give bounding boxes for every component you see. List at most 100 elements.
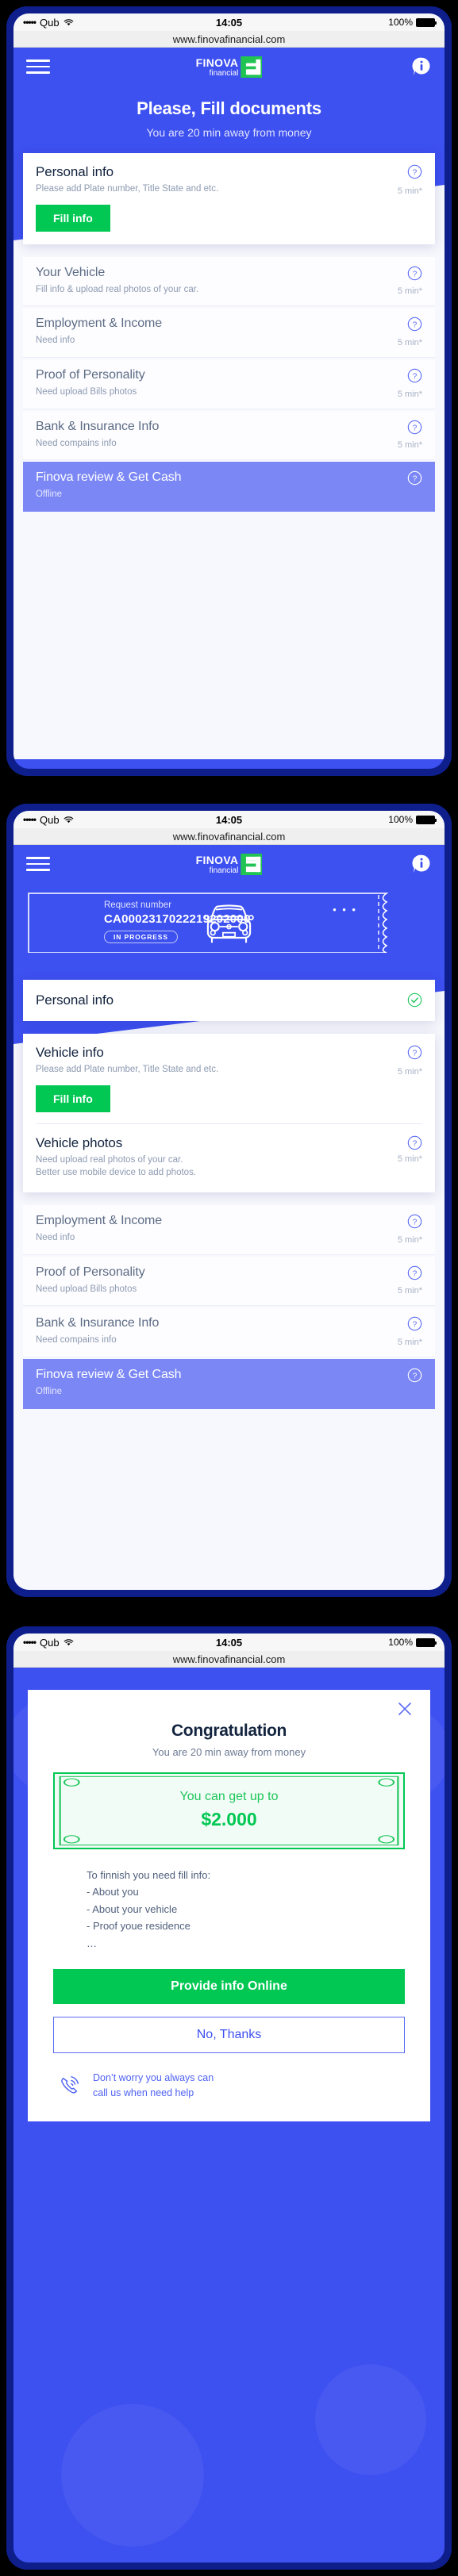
question-mark-icon[interactable]: ? xyxy=(407,368,422,383)
help-mark[interactable]: ? xyxy=(402,1214,422,1229)
help-mark[interactable]: ? xyxy=(402,420,422,435)
check-circle-icon xyxy=(407,992,422,1008)
browser-url-bar[interactable]: www.finovafinancial.com xyxy=(13,1651,445,1668)
step-duration: 5 min* xyxy=(397,1338,422,1348)
step-proof-of-personality[interactable]: Proof of Personality ? Need upload Bills… xyxy=(23,359,435,409)
browser-url-bar[interactable]: www.finovafinancial.com xyxy=(13,31,445,48)
card-personal-info[interactable]: Personal info ? Please add Plate number,… xyxy=(23,153,435,244)
steps-list-2: Employment & Income ? Need info 5 min* P… xyxy=(23,1205,435,1409)
step-subtitle: Need info xyxy=(36,336,75,346)
requirement-item: … xyxy=(87,1937,97,1949)
card-duration: 5 min* xyxy=(397,186,422,196)
no-thanks-button[interactable]: No, Thanks xyxy=(53,2017,405,2054)
clock-label: 14:05 xyxy=(215,813,243,826)
help-mark[interactable]: ? xyxy=(402,266,422,281)
svg-text:?: ? xyxy=(413,1049,418,1058)
help-mark[interactable]: ? xyxy=(402,1045,422,1060)
step-duration: 5 min* xyxy=(397,338,422,348)
step-finova-review-get-cash[interactable]: Finova review & Get Cash ? Offline xyxy=(23,462,435,513)
call-help-line1: Don’t worry you always can xyxy=(93,2072,214,2084)
clock-label: 14:05 xyxy=(215,1636,243,1649)
ticket-menu-icon[interactable]: • • • xyxy=(333,904,357,916)
question-mark-icon[interactable]: ? xyxy=(407,420,422,435)
request-ticket-wrap: Request number CA0002317022219202000 IN … xyxy=(13,883,445,969)
battery-icon xyxy=(416,17,437,27)
hero-1: Please, Fill documents You are 20 min aw… xyxy=(13,86,445,139)
page-subtitle: You are 20 min away from money xyxy=(146,126,312,139)
question-mark-icon[interactable]: ? xyxy=(407,317,422,332)
question-mark-icon[interactable]: ? xyxy=(407,1214,422,1229)
info-chat-icon[interactable] xyxy=(411,854,432,874)
question-mark-icon[interactable]: ? xyxy=(407,1368,422,1383)
requirements-list: To finnish you need fill info: - About y… xyxy=(87,1867,413,1952)
step-finova-review-get-cash[interactable]: Finova review & Get Cash ? Offline xyxy=(23,1359,435,1409)
help-mark[interactable]: ? xyxy=(402,317,422,332)
help-mark[interactable]: ? xyxy=(402,164,422,179)
question-mark-icon[interactable]: ? xyxy=(407,1045,422,1060)
help-mark[interactable]: ? xyxy=(402,1135,422,1150)
question-mark-icon[interactable]: ? xyxy=(407,1316,422,1331)
clock-label: 14:05 xyxy=(215,16,243,29)
request-ticket[interactable]: Request number CA0002317022219202000 IN … xyxy=(28,893,430,953)
step-bank-insurance-info[interactable]: Bank & Insurance Info ? Need compains in… xyxy=(23,1307,435,1358)
screen2-content: Personal info Vehicle info ? Please add … xyxy=(13,969,445,1431)
step-your-vehicle[interactable]: Your Vehicle ? Fill info & upload real p… xyxy=(23,256,435,307)
card-title: Personal info xyxy=(36,164,114,179)
help-mark[interactable]: ? xyxy=(402,368,422,383)
phone-frame-3: ••••• Qub 14:05 100% www.finovafinancial… xyxy=(6,1626,452,2570)
status-bar: ••••• Qub 14:05 100% xyxy=(13,811,445,828)
request-number-value: CA0002317022219202000 xyxy=(104,912,251,926)
step-employment-income[interactable]: Employment & Income ? Need info 5 min* xyxy=(23,1205,435,1255)
svg-text:?: ? xyxy=(413,475,418,484)
screen2-body: Personal info Vehicle info ? Please add … xyxy=(13,969,445,1590)
section-subtitle-block: Need upload real photos of your car. Bet… xyxy=(36,1154,196,1180)
card-subtitle: Please add Plate number, Title State and… xyxy=(36,184,219,194)
browser-url-bar[interactable]: www.finovafinancial.com xyxy=(13,828,445,845)
card-subtitle: Please add Plate number, Title State and… xyxy=(36,1065,219,1074)
help-mark[interactable]: ? xyxy=(402,470,422,486)
step-proof-of-personality[interactable]: Proof of Personality ? Need upload Bills… xyxy=(23,1256,435,1307)
svg-text:?: ? xyxy=(413,373,418,382)
congratulation-modal: Congratulation You are 20 min away from … xyxy=(28,1690,430,2121)
step-duration: 5 min* xyxy=(397,1286,422,1296)
hamburger-menu-icon[interactable] xyxy=(26,853,50,875)
logo-text: FINOVA financial xyxy=(196,57,239,78)
question-mark-icon[interactable]: ? xyxy=(407,164,422,179)
svg-text:?: ? xyxy=(413,270,418,278)
step-subtitle: Fill info & upload real photos of your c… xyxy=(36,284,199,294)
info-chat-icon[interactable] xyxy=(411,56,432,77)
logo-mark-icon xyxy=(241,853,263,875)
question-mark-icon[interactable]: ? xyxy=(407,1135,422,1150)
app-header-1: FINOVA financial xyxy=(13,48,445,86)
step-employment-income[interactable]: Employment & Income ? Need info 5 min* xyxy=(23,308,435,359)
card-duration: 5 min* xyxy=(397,1066,422,1077)
step-subtitle: Need compains info xyxy=(36,438,117,448)
url-text: www.finovafinancial.com xyxy=(172,830,286,843)
help-mark[interactable]: ? xyxy=(402,1316,422,1331)
question-mark-icon[interactable]: ? xyxy=(407,470,422,486)
step-title: Bank & Insurance Info xyxy=(36,419,160,433)
card-vehicle-info[interactable]: Vehicle info ? Please add Plate number, … xyxy=(23,1034,435,1193)
status-badge: IN PROGRESS xyxy=(104,931,178,943)
requirement-item: - About your vehicle xyxy=(87,1902,178,1915)
vehicle-photos-section[interactable]: Vehicle photos ? Need upload real photos… xyxy=(36,1135,422,1180)
step-duration: 5 min* xyxy=(397,440,422,451)
card-personal-info-done[interactable]: Personal info xyxy=(23,980,435,1021)
fill-info-button[interactable]: Fill info xyxy=(36,204,110,232)
battery-icon xyxy=(416,815,437,824)
step-title: Employment & Income xyxy=(36,317,163,331)
step-bank-insurance-info[interactable]: Bank & Insurance Info ? Need compains in… xyxy=(23,410,435,461)
svg-text:?: ? xyxy=(413,424,418,432)
step-title: Bank & Insurance Info xyxy=(36,1316,160,1330)
close-icon[interactable] xyxy=(397,1701,413,1717)
question-mark-icon[interactable]: ? xyxy=(407,1265,422,1280)
question-mark-icon[interactable]: ? xyxy=(407,266,422,281)
help-mark[interactable]: ? xyxy=(402,1265,422,1280)
provide-info-online-button[interactable]: Provide info Online xyxy=(53,1969,405,2005)
help-mark[interactable]: ? xyxy=(402,1368,422,1383)
modal-title: Congratulation xyxy=(171,1722,287,1740)
fill-info-button[interactable]: Fill info xyxy=(36,1085,110,1112)
phone-screen-3: ••••• Qub 14:05 100% www.finovafinancial… xyxy=(13,1634,445,2563)
hamburger-menu-icon[interactable] xyxy=(26,56,50,78)
status-bar: ••••• Qub 14:05 100% xyxy=(13,13,445,31)
